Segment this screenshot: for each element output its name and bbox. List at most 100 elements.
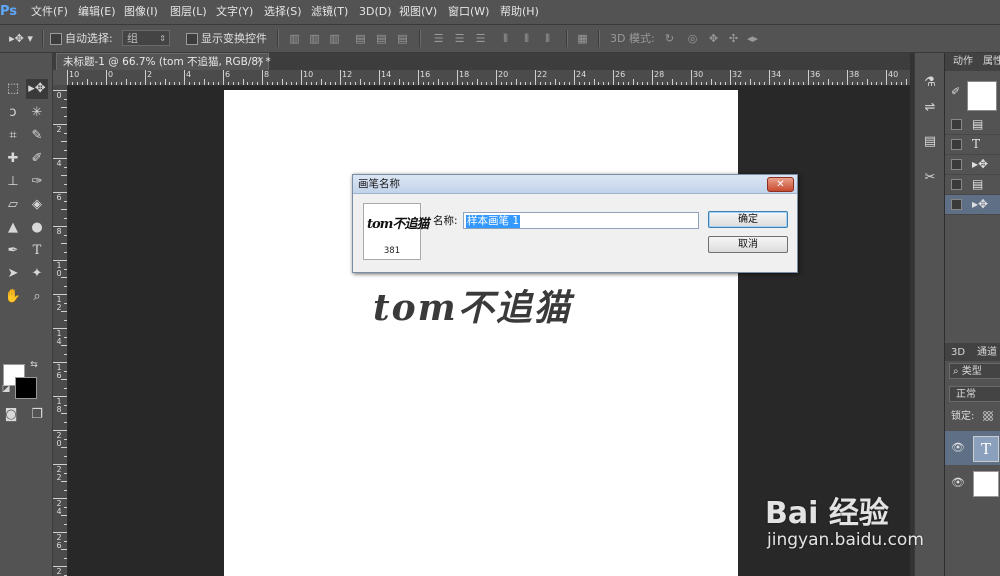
default-colors-icon[interactable]: ◪ bbox=[0, 383, 12, 395]
row-checkbox[interactable] bbox=[951, 139, 962, 150]
eraser-tool-icon[interactable]: ▱ bbox=[2, 195, 24, 215]
auto-align-icon[interactable]: ▦ bbox=[576, 32, 589, 45]
3d-pan-icon[interactable]: ✥ bbox=[707, 32, 720, 45]
path-selection-tool-icon[interactable]: ➤ bbox=[2, 264, 24, 284]
zoom-tool-icon[interactable]: ⌕ bbox=[26, 287, 48, 307]
distribute-hcenter-icon[interactable]: ⫴ bbox=[520, 32, 533, 45]
marquee-tool-icon[interactable]: ⬚ bbox=[2, 79, 24, 99]
eye-icon[interactable]: 👁 bbox=[951, 441, 965, 454]
show-transform-checkbox[interactable] bbox=[186, 33, 198, 45]
blend-mode-dropdown[interactable]: 正常 bbox=[949, 386, 1000, 402]
distribute-right-icon[interactable]: ⫴ bbox=[541, 32, 554, 45]
list-item-selected[interactable]: ▸✥ bbox=[945, 195, 1000, 215]
align-vcenter-icon[interactable]: ▥ bbox=[308, 32, 321, 45]
layer-row-selected[interactable]: 👁 T bbox=[945, 431, 1000, 465]
adjustments-panel-icon[interactable]: ⇌ bbox=[920, 99, 940, 117]
crop-tool-icon[interactable]: ⌗ bbox=[2, 126, 24, 146]
distribute-top-icon[interactable]: ☰ bbox=[432, 32, 445, 45]
align-right-icon[interactable]: ▤ bbox=[396, 32, 409, 45]
menu-file[interactable]: 文件(F) bbox=[31, 0, 68, 24]
tab-channels[interactable]: 通道 bbox=[977, 344, 997, 362]
vertical-ruler[interactable]: 0246810121416182022242628 bbox=[53, 85, 68, 576]
ruler-minor-tick bbox=[64, 200, 67, 202]
horizontal-ruler[interactable]: 10 0 2 4 6 8 10 12 14 16 18 20 22 24 26 28 30 32 34 36 38 40 bbox=[53, 70, 910, 86]
paint-bucket-tool-icon[interactable]: ◈ bbox=[26, 195, 48, 215]
align-left-icon[interactable]: ▤ bbox=[354, 32, 367, 45]
quick-mask-icon[interactable]: ◙ bbox=[0, 405, 22, 425]
list-item[interactable]: ▸✥ bbox=[945, 155, 1000, 175]
ruler-origin[interactable] bbox=[53, 70, 67, 85]
clone-stamp-tool-icon[interactable]: ⊥ bbox=[2, 172, 24, 192]
auto-select-checkbox[interactable] bbox=[50, 33, 62, 45]
menu-type[interactable]: 文字(Y) bbox=[216, 0, 253, 24]
ruler-minor-tick bbox=[64, 540, 67, 542]
pen-tool-icon[interactable]: ✒ bbox=[2, 241, 24, 261]
history-brush-tool-icon[interactable]: ✑ bbox=[26, 172, 48, 192]
tab-3d[interactable]: 3D bbox=[951, 344, 965, 362]
lasso-tool-icon[interactable]: ↄ bbox=[2, 103, 24, 123]
type-tool-icon[interactable]: T bbox=[26, 241, 48, 261]
history-panel-icon[interactable]: ⚗ bbox=[920, 74, 940, 92]
ruler-minor-tick bbox=[320, 79, 322, 85]
menu-view[interactable]: 视图(V) bbox=[399, 0, 437, 24]
ruler-minor-tick bbox=[154, 82, 156, 85]
shape-tool-icon[interactable]: ✦ bbox=[26, 264, 48, 284]
cancel-button[interactable]: 取消 bbox=[708, 236, 788, 253]
row-checkbox[interactable] bbox=[951, 159, 962, 170]
background-color-swatch[interactable] bbox=[15, 377, 37, 399]
row-checkbox[interactable] bbox=[951, 119, 962, 130]
align-hcenter-icon[interactable]: ▤ bbox=[375, 32, 388, 45]
ok-button[interactable]: 确定 bbox=[708, 211, 788, 228]
menu-select[interactable]: 选择(S) bbox=[264, 0, 302, 24]
menu-layer[interactable]: 图层(L) bbox=[170, 0, 207, 24]
align-top-icon[interactable]: ▥ bbox=[288, 32, 301, 45]
move-tool-preset-icon[interactable]: ▸✥ ▾ bbox=[8, 32, 34, 45]
layer-filter-dropdown[interactable]: ⌕ 类型 bbox=[949, 363, 1000, 379]
menu-filter[interactable]: 滤镜(T) bbox=[311, 0, 348, 24]
dialog-titlebar[interactable]: 画笔名称 ✕ bbox=[353, 175, 797, 194]
3d-slide-icon[interactable]: ✣ bbox=[727, 32, 740, 45]
3d-scale-icon[interactable]: ◂▸ bbox=[746, 32, 759, 45]
menu-help[interactable]: 帮助(H) bbox=[500, 0, 539, 24]
healing-brush-tool-icon[interactable]: ✚ bbox=[2, 149, 24, 169]
tab-close-icon[interactable]: × bbox=[256, 54, 266, 68]
screen-mode-icon[interactable]: ❐ bbox=[26, 405, 48, 425]
dialog-close-button[interactable]: ✕ bbox=[767, 177, 794, 192]
libraries-panel-icon[interactable]: ▤ bbox=[920, 133, 940, 151]
move-tool-icon[interactable]: ▸✥ bbox=[26, 79, 48, 99]
blur-tool-icon[interactable]: ▲ bbox=[2, 218, 24, 238]
auto-select-dropdown[interactable]: 组 ⇕ bbox=[122, 30, 170, 46]
brush-tool-icon[interactable]: ✐ bbox=[26, 149, 48, 169]
dodge-tool-icon[interactable]: ● bbox=[26, 218, 48, 238]
swap-colors-icon[interactable]: ⇆ bbox=[28, 359, 40, 371]
align-bottom-icon[interactable]: ▥ bbox=[328, 32, 341, 45]
menu-edit[interactable]: 编辑(E) bbox=[78, 0, 116, 24]
document-tab[interactable]: 未标题-1 @ 66.7% (tom 不追猫, RGB/8) * bbox=[56, 53, 271, 70]
ruler-minor-tick bbox=[695, 82, 697, 85]
hand-tool-icon[interactable]: ✋ bbox=[2, 287, 24, 307]
distribute-left-icon[interactable]: ⫴ bbox=[499, 32, 512, 45]
magic-wand-tool-icon[interactable]: ✳ bbox=[26, 103, 48, 123]
row-checkbox[interactable] bbox=[951, 179, 962, 190]
tab-actions[interactable]: 动作 bbox=[953, 53, 973, 71]
menu-window[interactable]: 窗口(W) bbox=[448, 0, 489, 24]
lock-transparency-icon[interactable] bbox=[983, 411, 993, 421]
brush-name-input[interactable]: 样本画笔 1 bbox=[463, 212, 699, 229]
ruler-minor-tick bbox=[608, 82, 610, 85]
tool-presets-icon[interactable]: ✂ bbox=[920, 169, 940, 187]
list-item[interactable]: T bbox=[945, 135, 1000, 155]
eyedropper-tool-icon[interactable]: ✎ bbox=[26, 126, 48, 146]
distribute-vcenter-icon[interactable]: ☰ bbox=[453, 32, 466, 45]
3d-rotate-icon[interactable]: ↻ bbox=[663, 32, 676, 45]
list-item[interactable]: ▤ bbox=[945, 115, 1000, 135]
tab-properties[interactable]: 属性 bbox=[983, 53, 1000, 71]
list-item[interactable]: ▤ bbox=[945, 175, 1000, 195]
ruler-minor-tick bbox=[354, 82, 356, 85]
ruler-minor-tick bbox=[788, 79, 790, 85]
menu-image[interactable]: 图像(I) bbox=[124, 0, 158, 24]
3d-roll-icon[interactable]: ◎ bbox=[686, 32, 699, 45]
brush-icon[interactable]: ✐ bbox=[951, 86, 963, 98]
distribute-bottom-icon[interactable]: ☰ bbox=[474, 32, 487, 45]
row-checkbox[interactable] bbox=[951, 199, 962, 210]
menu-3d[interactable]: 3D(D) bbox=[359, 0, 392, 24]
